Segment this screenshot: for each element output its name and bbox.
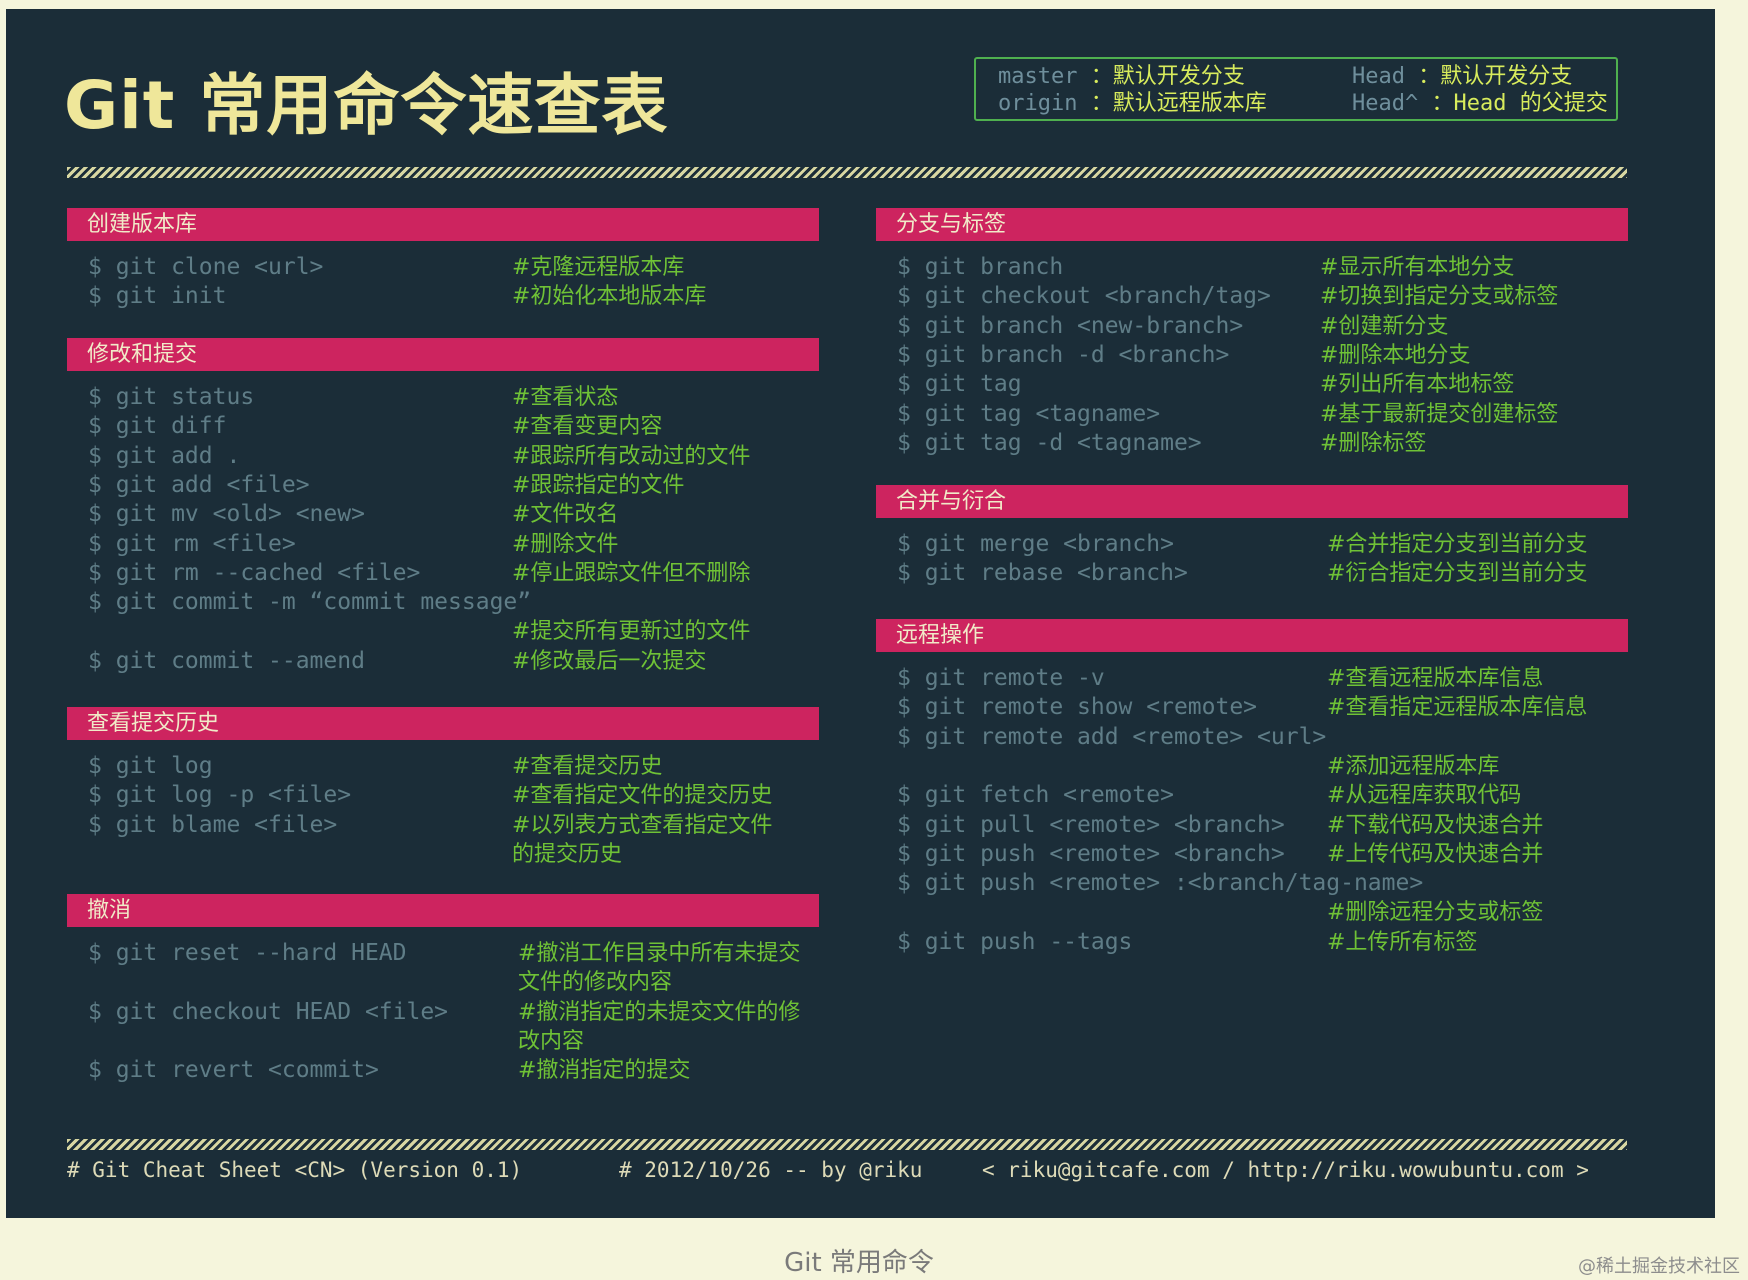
section-header: 远程操作 [876, 619, 1628, 652]
footer-title: # Git Cheat Sheet <CN> (Version 0.1) [67, 1158, 523, 1182]
command-comment: #撤消工作目录中所有未提交 [518, 941, 801, 966]
command-comment: #查看提交历史 [512, 754, 663, 779]
command-comment: #初始化本地版本库 [512, 284, 707, 310]
legend-item-origin: origin ：默认远程版本库 [998, 91, 1267, 116]
legend-box: master ：默认开发分支 Head ：默认开发分支 origin ：默认远程… [974, 57, 1618, 121]
command-comment: #删除文件 [512, 531, 619, 557]
command-text: $ git log -p <file> [88, 782, 352, 809]
command-text: $ git log [88, 753, 213, 779]
legend-item-master: master ：默认开发分支 [998, 64, 1245, 89]
command-comment: #基于最新提交创建标签 [1320, 401, 1559, 427]
command-text: $ git pull <remote> <branch> [897, 811, 1285, 838]
command-comment: 改内容 [518, 1028, 585, 1054]
command-comment: #显示所有本地分支 [1320, 255, 1515, 280]
command-text: $ git branch [897, 254, 1064, 280]
command-comment: #删除远程分支或标签 [1327, 900, 1544, 926]
command-comment: #停止跟踪文件但不删除 [512, 560, 751, 586]
command-text: $ git push <remote> <branch> [897, 840, 1285, 867]
command-text: $ git fetch <remote> [897, 782, 1174, 809]
command-comment: #创建新分支 [1320, 313, 1449, 339]
command-text: $ git status [88, 384, 255, 410]
section-header: 分支与标签 [876, 208, 1628, 241]
command-text: $ git checkout HEAD <file> [88, 998, 449, 1025]
command-text: $ git commit -m “commit message” [88, 589, 532, 616]
command-comment: #文件改名 [512, 502, 619, 528]
command-text: $ git diff [88, 413, 227, 440]
watermark: @稀土掘金技术社区 [1578, 1256, 1740, 1277]
command-text: $ git remote -v [897, 665, 1105, 691]
command-text: $ git tag [897, 371, 1022, 398]
command-text: $ git init [88, 283, 227, 310]
legend-item-head: Head ：默认开发分支 [1352, 64, 1573, 89]
top-divider [67, 167, 1627, 178]
command-comment: #删除本地分支 [1320, 342, 1471, 368]
command-comment: #以列表方式查看指定文件 [512, 812, 773, 838]
command-comment: #从远程库获取代码 [1327, 783, 1522, 809]
footer-date-author: # 2012/10/26 -- by @riku [619, 1158, 923, 1182]
section-header: 撤消 [67, 894, 819, 927]
command-text: $ git rebase <branch> [897, 560, 1188, 587]
command-text: $ git remote add <remote> <url> [897, 723, 1327, 750]
section-header: 修改和提交 [67, 338, 819, 371]
legend-item-head-parent: Head^ ：Head 的父提交 [1352, 91, 1608, 116]
command-comment: #修改最后一次提交 [512, 648, 707, 674]
command-text: $ git merge <branch> [897, 531, 1174, 557]
command-text: $ git branch <new-branch> [897, 312, 1244, 339]
command-comment: #查看指定文件的提交历史 [512, 783, 773, 809]
command-comment: #合并指定分支到当前分支 [1327, 532, 1588, 557]
footer-contact: < riku@gitcafe.com / http://riku.wowubun… [982, 1158, 1589, 1182]
command-text: $ git rm <file> [88, 530, 296, 557]
command-comment: #上传所有标签 [1327, 929, 1478, 955]
page-title: Git 常用命令速查表 [64, 67, 669, 144]
command-comment: #撤消指定的提交 [518, 1058, 691, 1084]
section-header: 合并与衍合 [876, 485, 1628, 518]
command-text: $ git rm --cached <file> [88, 559, 421, 586]
command-comment: #添加远程版本库 [1327, 753, 1500, 779]
command-text: $ git push <remote> :<branch/tag-name> [897, 870, 1424, 897]
command-comment: #切换到指定分支或标签 [1320, 284, 1559, 310]
command-comment: #下载代码及快速合并 [1327, 812, 1544, 838]
bottom-divider [67, 1139, 1627, 1150]
command-comment: #查看远程版本库信息 [1327, 666, 1544, 691]
command-text: $ git remote show <remote> [897, 694, 1258, 721]
command-text: $ git push --tags [897, 928, 1133, 955]
command-text: $ git reset --hard HEAD [88, 940, 407, 966]
image-caption: Git 常用命令 [784, 1248, 934, 1278]
command-text: $ git clone <url> [88, 254, 324, 280]
command-comment: #跟踪指定的文件 [512, 472, 685, 498]
command-text: $ git add . [88, 442, 241, 469]
command-comment: #删除标签 [1320, 430, 1427, 456]
command-text: $ git add <file> [88, 471, 310, 498]
command-comment: 文件的修改内容 [518, 970, 673, 996]
command-text: $ git commit --amend [88, 647, 365, 674]
command-comment: #查看指定远程版本库信息 [1327, 695, 1588, 721]
command-comment: 的提交历史 [512, 841, 623, 867]
section-header: 查看提交历史 [67, 707, 819, 740]
command-text: $ git tag -d <tagname> [897, 429, 1202, 456]
command-comment: #跟踪所有改动过的文件 [512, 443, 751, 469]
command-text: $ git mv <old> <new> [88, 501, 365, 528]
command-comment: #查看变更内容 [512, 414, 663, 440]
command-comment: #查看状态 [512, 385, 619, 410]
command-text: $ git checkout <branch/tag> [897, 283, 1271, 310]
command-comment: #衍合指定分支到当前分支 [1327, 561, 1588, 587]
command-comment: #提交所有更新过的文件 [512, 619, 751, 645]
command-comment: #列出所有本地标签 [1320, 372, 1515, 398]
command-comment: #上传代码及快速合并 [1327, 841, 1544, 867]
command-text: $ git tag <tagname> [897, 400, 1161, 427]
command-text: $ git revert <commit> [88, 1057, 379, 1084]
section-header: 创建版本库 [67, 208, 819, 241]
command-comment: #克隆远程版本库 [512, 255, 685, 280]
command-text: $ git branch -d <branch> [897, 341, 1230, 368]
command-comment: #撤消指定的未提交文件的修 [518, 999, 801, 1025]
command-text: $ git blame <file> [88, 811, 338, 838]
